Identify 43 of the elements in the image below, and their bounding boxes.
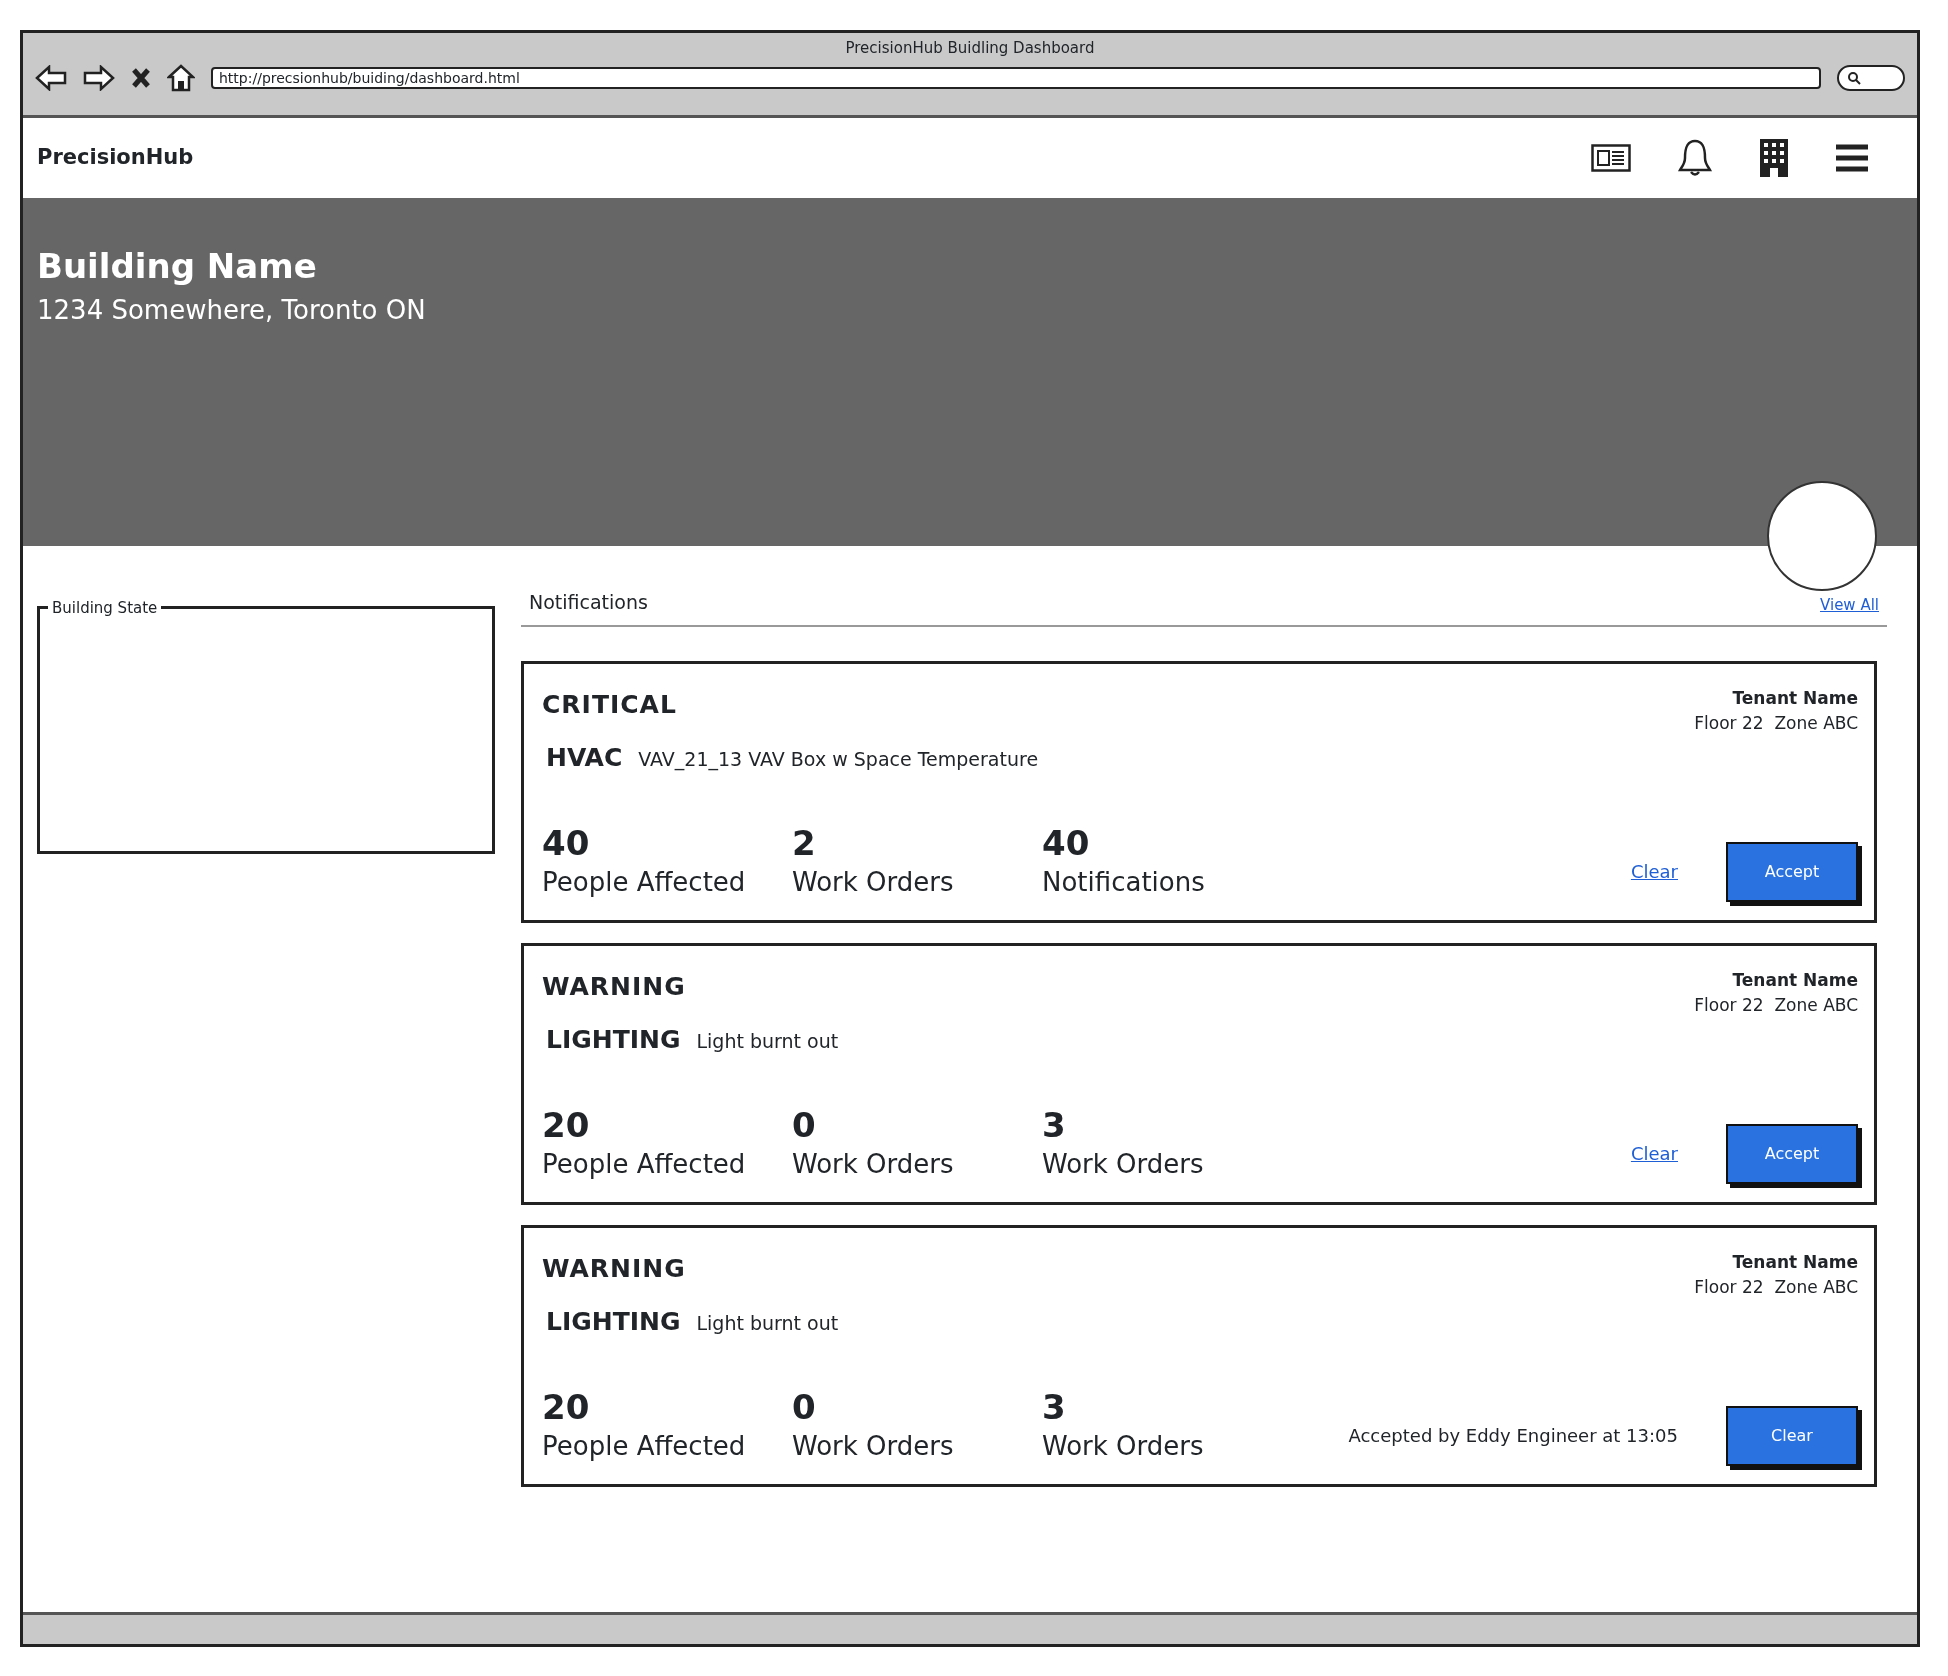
severity-label: WARNING (542, 970, 687, 1003)
stat-value: 20 (542, 1107, 591, 1145)
stat-value: 40 (542, 825, 591, 863)
stat-value: 20 (542, 1389, 591, 1427)
stat-label: Work Orders (1042, 1429, 1205, 1463)
building-address: 1234 Somewhere, Toronto ON (37, 293, 427, 327)
tenant-name: Tenant Name (1731, 968, 1858, 992)
brand-name[interactable]: PrecisionHub (37, 142, 194, 174)
description-text: VAV_21_13 VAV Box w Space Temperature (638, 747, 1039, 773)
location-text: Floor 22 Zone ABC (1694, 1276, 1858, 1299)
system-label: LIGHTING (546, 1024, 681, 1056)
location-text: Floor 22 Zone ABC (1694, 712, 1858, 735)
stat-value: 3 (1042, 1389, 1067, 1427)
description-text: Light burnt out (696, 1029, 839, 1054)
description-text: Light burnt out (696, 1311, 839, 1336)
stat-label: Work Orders (792, 1147, 955, 1181)
section-title: Notifications (529, 590, 648, 615)
stat-value: 3 (1042, 1107, 1067, 1145)
severity-label: CRITICAL (542, 688, 678, 721)
window-title: PrecisionHub Buidling Dashboard (844, 38, 1096, 59)
stat-value: 0 (792, 1107, 817, 1145)
severity-label: WARNING (542, 1252, 687, 1285)
stat-label: Work Orders (1042, 1147, 1205, 1181)
system-label: HVAC (546, 742, 623, 774)
stat-label: Work Orders (792, 865, 955, 899)
stat-label: People Affected (542, 1147, 747, 1181)
tenant-name: Tenant Name (1731, 1250, 1858, 1274)
stat-value: 0 (792, 1389, 817, 1427)
clear-link[interactable]: Clear (1630, 1140, 1678, 1167)
view-all-link[interactable]: View All (1820, 594, 1879, 617)
stat-label: Work Orders (792, 1429, 955, 1463)
location-text: Floor 22 Zone ABC (1694, 994, 1858, 1017)
stat-label: People Affected (542, 865, 747, 899)
stat-value: 40 (1042, 825, 1091, 863)
system-label: LIGHTING (546, 1306, 681, 1338)
stat-value: 2 (792, 825, 817, 863)
tenant-name: Tenant Name (1731, 686, 1858, 710)
stat-label: People Affected (542, 1429, 747, 1463)
stat-label: Notifications (1042, 865, 1206, 899)
status-text: Accepted by Eddy Engineer at 13:05 (1348, 1424, 1678, 1448)
url-field[interactable]: http://precsionhub/buiding/dashboard.html (211, 66, 1821, 89)
building-title: Building Name (37, 246, 318, 287)
clear-link[interactable]: Clear (1630, 858, 1678, 885)
